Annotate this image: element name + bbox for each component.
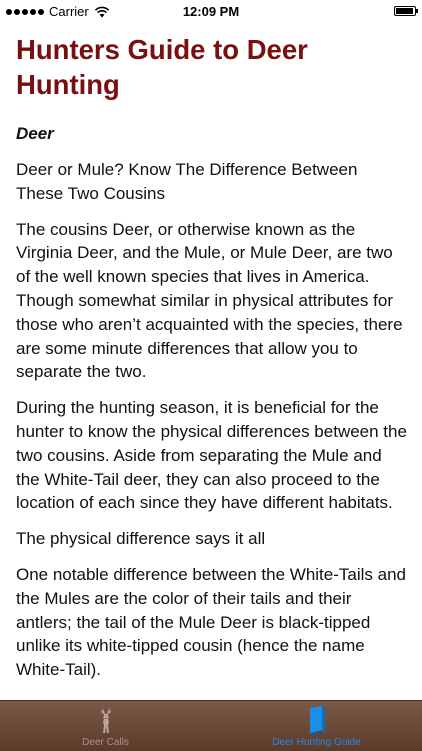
paragraph-hunting-season: During the hunting season, it is benefic…: [16, 398, 407, 513]
article-content[interactable]: Hunters Guide to Deer Hunting Deer Deer …: [16, 32, 408, 700]
status-bar: Carrier 12:09 PM: [0, 0, 422, 24]
tab-bar: Deer Calls Deer Hunting Guide: [0, 700, 422, 751]
paragraph-cousins: The cousins Deer, or otherwise known as …: [16, 219, 403, 382]
paragraph-subheading: The physical difference says it all: [16, 529, 266, 549]
paragraph-tail-difference: One notable difference between the White…: [16, 564, 406, 680]
page-title: Hunters Guide to Deer Hunting: [16, 34, 308, 100]
deer-icon: [100, 707, 111, 733]
book-icon: [309, 706, 325, 735]
battery-icon: [394, 6, 418, 16]
paragraph-intro: Deer or Mule? Know The Difference Betwee…: [16, 160, 358, 203]
tab-deer-hunting-guide[interactable]: Deer Hunting Guide: [211, 701, 422, 751]
tab-deer-hunting-guide-label: Deer Hunting Guide: [272, 737, 361, 748]
tab-deer-calls-label: Deer Calls: [82, 737, 129, 748]
section-heading: Deer: [16, 124, 54, 143]
status-time: 12:09 PM: [182, 4, 240, 19]
tab-deer-calls[interactable]: Deer Calls: [0, 701, 211, 751]
